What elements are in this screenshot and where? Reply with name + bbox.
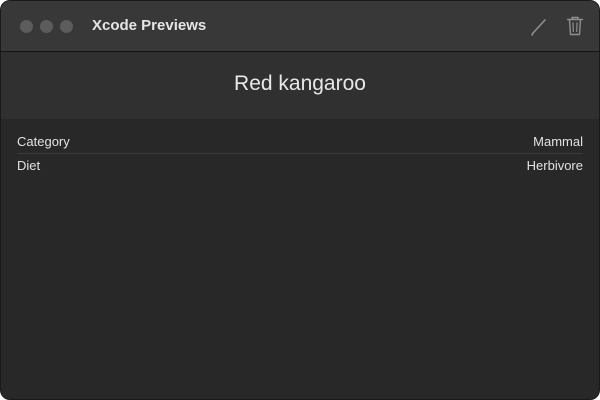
trash-icon[interactable] [564, 14, 586, 38]
app-window: Xcode Previews Red kangaroo Category Mam… [0, 0, 600, 400]
row-value: Herbivore [526, 158, 583, 173]
close-window-button[interactable] [20, 20, 33, 33]
detail-row-category: Category Mammal [17, 130, 583, 153]
row-value: Mammal [533, 134, 583, 149]
detail-title: Red kangaroo [234, 72, 366, 95]
detail-header: Red kangaroo [1, 52, 599, 119]
detail-row-diet: Diet Herbivore [17, 153, 583, 177]
pencil-icon[interactable] [528, 14, 550, 38]
zoom-window-button[interactable] [60, 20, 73, 33]
row-label: Diet [17, 158, 41, 173]
minimize-window-button[interactable] [40, 20, 53, 33]
title-bar: Xcode Previews [1, 1, 599, 52]
window-title: Xcode Previews [92, 17, 207, 34]
detail-list: Category Mammal Diet Herbivore [1, 130, 599, 177]
row-label: Category [17, 134, 70, 149]
